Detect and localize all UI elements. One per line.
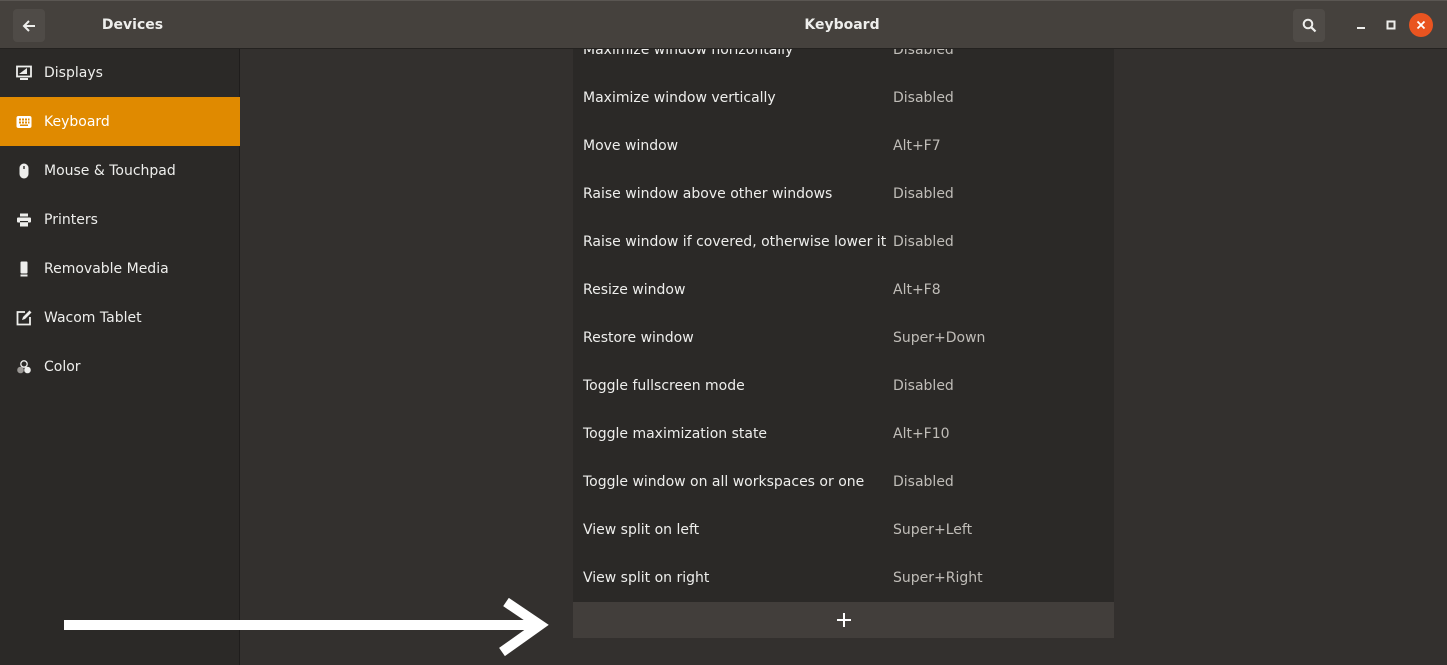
removable-media-icon — [0, 261, 44, 277]
back-button[interactable] — [13, 9, 45, 42]
shortcut-row[interactable]: Move window Alt+F7 — [573, 122, 1114, 170]
shortcut-accelerator: Super+Right — [893, 570, 983, 586]
sidebar-item-label: Mouse & Touchpad — [44, 162, 176, 179]
shortcut-row[interactable]: Restore window Super+Down — [573, 314, 1114, 362]
maximize-icon — [1386, 20, 1396, 30]
minimize-icon — [1357, 27, 1365, 29]
shortcut-accelerator: Disabled — [893, 186, 954, 202]
sidebar-item-label: Displays — [44, 64, 103, 81]
sidebar-item-label: Removable Media — [44, 260, 169, 277]
sidebar-item-label: Keyboard — [44, 113, 110, 130]
sidebar-item-keyboard[interactable]: Keyboard — [0, 97, 240, 146]
shortcut-name: Restore window — [583, 330, 694, 346]
shortcut-row[interactable]: Raise window above other windows Disabled — [573, 170, 1114, 218]
shortcut-accelerator: Disabled — [893, 90, 954, 106]
sidebar-item-printers[interactable]: Printers — [0, 195, 240, 244]
shortcut-name: Toggle fullscreen mode — [583, 378, 745, 394]
tablet-icon — [0, 310, 44, 326]
shortcut-accelerator: Disabled — [893, 234, 954, 250]
shortcut-name: Maximize window horizontally — [583, 48, 794, 58]
shortcut-name: View split on right — [583, 570, 710, 586]
headerbar-left: Devices — [0, 1, 240, 49]
printer-icon — [0, 213, 44, 227]
shortcut-row[interactable]: Toggle window on all workspaces or one Di… — [573, 458, 1114, 506]
shortcut-row[interactable]: Resize window Alt+F8 — [573, 266, 1114, 314]
shortcut-row[interactable]: View split on right Super+Right — [573, 554, 1114, 602]
shortcut-row[interactable]: Maximize window horizontally Disabled — [573, 48, 1114, 74]
shortcut-row[interactable]: Toggle fullscreen mode Disabled — [573, 362, 1114, 410]
close-button[interactable] — [1409, 13, 1433, 37]
shortcut-name: Maximize window vertically — [583, 90, 776, 106]
color-icon — [0, 359, 44, 375]
shortcut-accelerator: Disabled — [893, 48, 954, 58]
maximize-button[interactable] — [1380, 14, 1402, 36]
shortcut-name: Resize window — [583, 282, 686, 298]
shortcut-row[interactable]: Maximize window vertically Disabled — [573, 74, 1114, 122]
shortcut-name: Move window — [583, 138, 679, 154]
shortcut-name: Toggle window on all workspaces or one — [583, 474, 865, 490]
sidebar-item-displays[interactable]: Displays — [0, 48, 240, 97]
search-button[interactable] — [1293, 9, 1325, 42]
shortcut-row[interactable]: Toggle maximization state Alt+F10 — [573, 410, 1114, 458]
shortcut-accelerator: Super+Left — [893, 522, 973, 538]
sidebar-item-mouse-touchpad[interactable]: Mouse & Touchpad — [0, 146, 240, 195]
panel-title: Devices — [101, 17, 164, 33]
shortcut-accelerator: Alt+F8 — [893, 282, 941, 298]
shortcut-name: Raise window if covered, otherwise lower… — [583, 234, 887, 250]
headerbar: Devices Keyboard — [0, 0, 1447, 48]
shortcut-accelerator: Super+Down — [893, 330, 986, 346]
main-content: Maximize window horizontally Disabled Maxi… — [241, 48, 1447, 665]
sidebar-item-label: Color — [44, 358, 81, 375]
sidebar-item-wacom-tablet[interactable]: Wacom Tablet — [0, 293, 240, 342]
close-icon — [1416, 20, 1426, 30]
search-icon — [1302, 18, 1316, 33]
sidebar: Displays Keyboard Mouse & Touchpad Print… — [0, 48, 240, 665]
shortcut-accelerator: Alt+F10 — [893, 426, 950, 442]
plus-icon — [836, 613, 851, 627]
sidebar-item-removable-media[interactable]: Removable Media — [0, 244, 240, 293]
minimize-button[interactable] — [1350, 14, 1372, 36]
shortcut-name: Raise window above other windows — [583, 186, 833, 202]
shortcut-accelerator: Alt+F7 — [893, 138, 941, 154]
settings-window: Devices Keyboard Displays Keyboard Mouse… — [0, 0, 1447, 665]
add-shortcut-button[interactable] — [573, 602, 1114, 638]
shortcut-accelerator: Disabled — [893, 474, 954, 490]
shortcut-list: Maximize window horizontally Disabled Maxi… — [573, 48, 1114, 602]
shortcut-name: Toggle maximization state — [583, 426, 768, 442]
sidebar-item-label: Wacom Tablet — [44, 309, 142, 326]
shortcut-name: View split on left — [583, 522, 700, 538]
page-title: Keyboard — [804, 17, 880, 33]
display-icon — [0, 65, 44, 81]
shortcut-accelerator: Disabled — [893, 378, 954, 394]
sidebar-item-color[interactable]: Color — [0, 342, 240, 391]
sidebar-item-label: Printers — [44, 211, 98, 228]
arrow-left-icon — [22, 19, 35, 32]
mouse-icon — [0, 163, 44, 179]
keyboard-icon — [0, 115, 44, 129]
shortcut-row[interactable]: View split on left Super+Left — [573, 506, 1114, 554]
shortcut-row[interactable]: Raise window if covered, otherwise lower… — [573, 218, 1114, 266]
